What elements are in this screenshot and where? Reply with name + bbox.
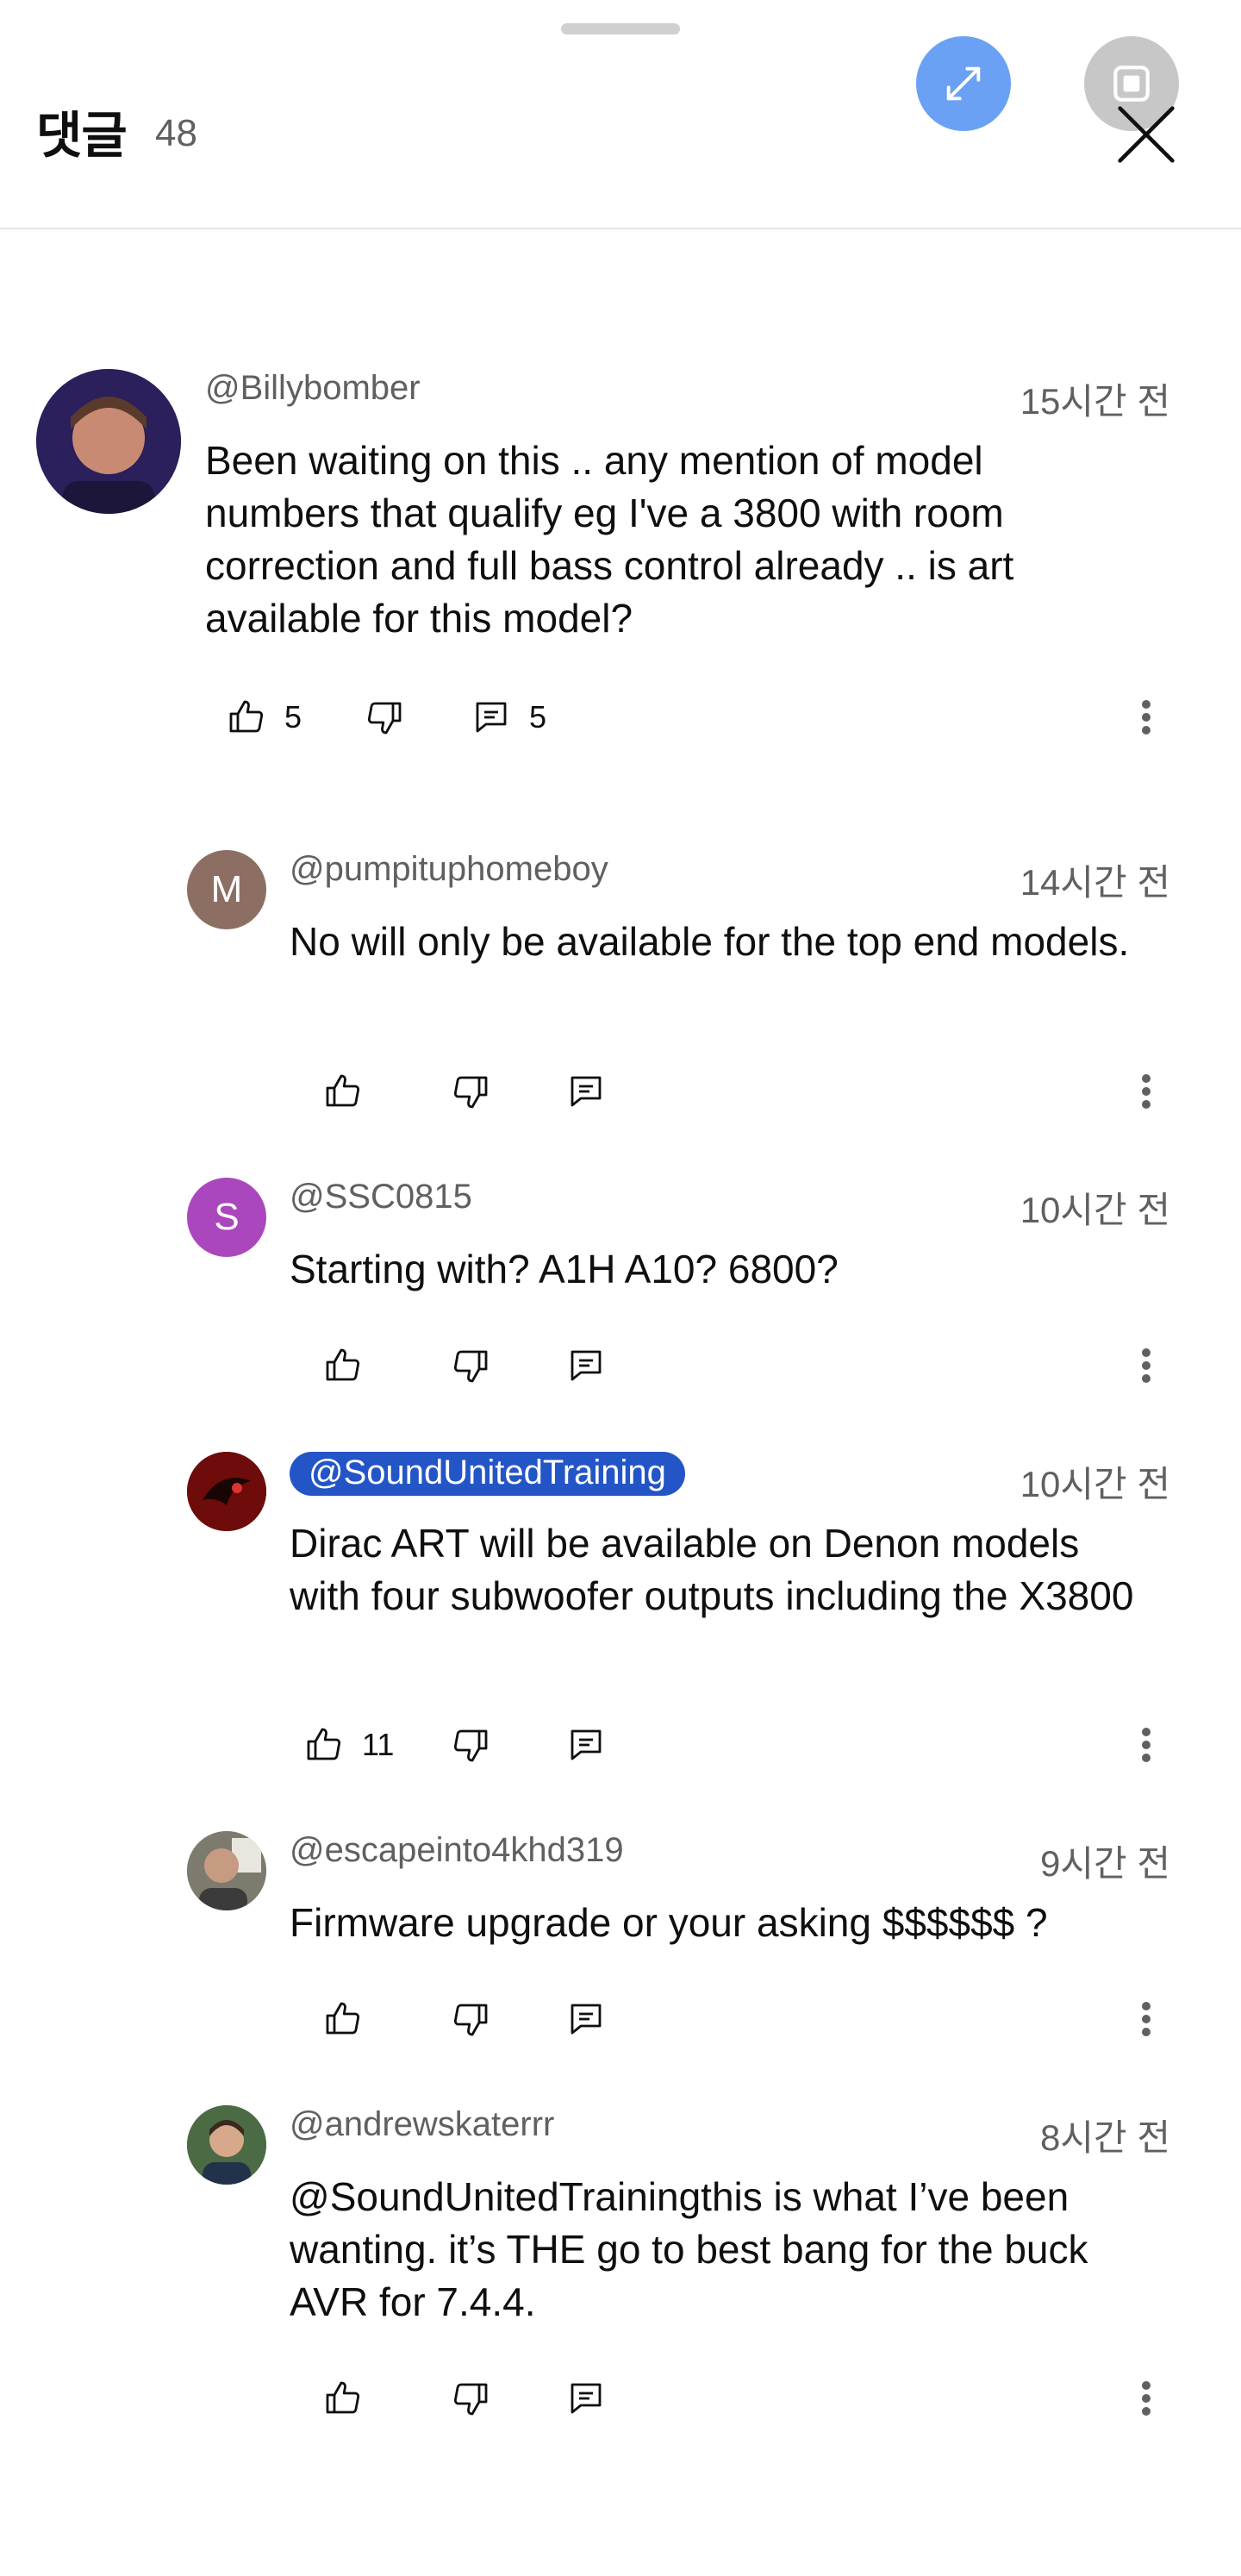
more-vert-icon [1142, 1344, 1151, 1387]
comment-time: 10시간 전 [1020, 1464, 1170, 1504]
more-button[interactable] [1138, 1989, 1155, 2049]
reply-item: S @SSC0815 10시간 전 Starting with? A1H A10… [0, 1178, 1241, 1419]
comment-author[interactable]: @andrewskaterrr [290, 2105, 554, 2144]
avatar[interactable]: S [187, 1178, 266, 1257]
thumb-up-icon [322, 2378, 364, 2419]
comment-text: @SoundUnitedTrainingthis is what I’ve be… [290, 2174, 1088, 2324]
reply-icon [471, 697, 512, 738]
creator-badge[interactable]: @SoundUnitedTraining [290, 1452, 685, 1496]
thumb-up-icon [322, 1071, 364, 1112]
thumb-up-icon [303, 1724, 345, 1766]
more-button[interactable] [1138, 1715, 1155, 1775]
thumb-down-icon [450, 1998, 491, 2040]
reply-button[interactable] [565, 1335, 607, 1396]
like-button[interactable]: 11 [303, 1715, 394, 1775]
thumb-up-icon [226, 697, 267, 738]
dislike-button[interactable] [450, 1989, 491, 2049]
dislike-button[interactable] [450, 1335, 491, 1396]
avatar[interactable] [36, 369, 181, 514]
comments-count: 48 [155, 112, 197, 154]
thumb-down-icon [450, 1345, 491, 1386]
comment-time: 10시간 전 [1020, 1190, 1170, 1230]
comment-time: 9시간 전 [1040, 1843, 1170, 1884]
close-icon [1113, 102, 1179, 167]
comment-author[interactable]: @pumpituphomeboy [290, 850, 608, 889]
comment-time: 15시간 전 [1020, 381, 1170, 422]
comment-actions [322, 1335, 1241, 1396]
comments-sheet: 댓글 48 @Billybomber 15시간 전 Been waiting o… [0, 0, 1241, 2576]
more-button[interactable] [1138, 687, 1155, 747]
comments-header: 댓글 48 [0, 0, 1241, 229]
comment-text: Been waiting on this .. any mention of m… [205, 438, 1014, 641]
reply-icon [565, 1998, 607, 2040]
thumb-up-icon [322, 1345, 364, 1386]
reply-item: M @pumpituphomeboy 14시간 전 No will only b… [0, 850, 1241, 1143]
avatar[interactable]: M [187, 850, 266, 929]
reply-icon [565, 1071, 607, 1112]
comment-item: @Billybomber 15시간 전 Been waiting on this… [0, 369, 1241, 774]
like-button[interactable] [322, 2368, 364, 2429]
comment-text: Firmware upgrade or your asking $$$$$$ ? [290, 1900, 1048, 1945]
reply-button[interactable]: 5 [471, 687, 546, 747]
comment-text: No will only be available for the top en… [290, 919, 1130, 964]
reply-icon [565, 1724, 607, 1766]
avatar-letter: S [214, 1196, 240, 1238]
more-vert-icon [1142, 1998, 1151, 2041]
more-vert-icon [1142, 1723, 1151, 1766]
reply-button[interactable] [565, 2368, 607, 2429]
dislike-button[interactable] [364, 687, 405, 747]
more-button[interactable] [1138, 1335, 1155, 1396]
thumb-down-icon [450, 2378, 491, 2419]
comment-author[interactable]: @escapeinto4khd319 [290, 1831, 624, 1870]
comment-actions [322, 1061, 1241, 1122]
reply-button[interactable] [565, 1061, 607, 1122]
thumb-down-icon [364, 697, 405, 738]
like-button[interactable]: 5 [226, 687, 302, 747]
thumb-down-icon [450, 1724, 491, 1766]
comment-text: Dirac ART will be available on Denon mod… [290, 1521, 1134, 1618]
like-count: 11 [362, 1727, 395, 1762]
comment-actions [322, 2368, 1241, 2429]
avatar-letter: M [210, 868, 243, 910]
comment-time: 14시간 전 [1020, 862, 1170, 903]
reply-item: @escapeinto4khd319 9시간 전 Firmware upgrad… [0, 1831, 1241, 2073]
drag-handle[interactable] [561, 23, 680, 34]
dislike-button[interactable] [450, 1061, 491, 1122]
dislike-button[interactable] [450, 1715, 491, 1775]
more-vert-icon [1142, 696, 1151, 739]
stop-icon [1107, 59, 1156, 108]
reply-button[interactable] [565, 1715, 607, 1775]
thumb-up-icon [322, 1998, 364, 2040]
like-count: 5 [284, 699, 302, 735]
like-button[interactable] [322, 1989, 364, 2049]
comment-author[interactable]: @Billybomber [205, 369, 421, 408]
comment-actions: 11 [303, 1715, 1241, 1775]
comment-actions [322, 1989, 1241, 2049]
comment-actions: 5 5 [226, 687, 1241, 747]
close-button[interactable] [1113, 102, 1179, 167]
reply-icon [565, 2378, 607, 2419]
more-vert-icon [1142, 2377, 1151, 2420]
like-button[interactable] [322, 1061, 364, 1122]
reply-item: @SoundUnitedTraining 10시간 전 Dirac ART wi… [0, 1452, 1241, 1797]
reply-icon [565, 1345, 607, 1386]
more-button[interactable] [1138, 2368, 1155, 2429]
more-vert-icon [1142, 1070, 1151, 1113]
comment-author[interactable]: @SSC0815 [290, 1178, 472, 1216]
avatar[interactable] [187, 1831, 266, 1910]
reply-button[interactable] [565, 1989, 607, 2049]
comment-time: 8시간 전 [1040, 2117, 1170, 2158]
like-button[interactable] [322, 1335, 364, 1396]
thumb-down-icon [450, 1071, 491, 1112]
dislike-button[interactable] [450, 2368, 491, 2429]
expand-icon [941, 61, 986, 106]
reply-item: @andrewskaterrr 8시간 전 @SoundUnitedTraini… [0, 2105, 1241, 2450]
more-button[interactable] [1138, 1061, 1155, 1122]
reply-count: 5 [529, 699, 547, 735]
avatar[interactable] [187, 2105, 266, 2185]
comment-text: Starting with? A1H A10? 6800? [290, 1247, 839, 1291]
comments-title: 댓글 [36, 108, 128, 164]
expand-button[interactable] [916, 36, 1011, 131]
avatar[interactable] [187, 1452, 266, 1531]
